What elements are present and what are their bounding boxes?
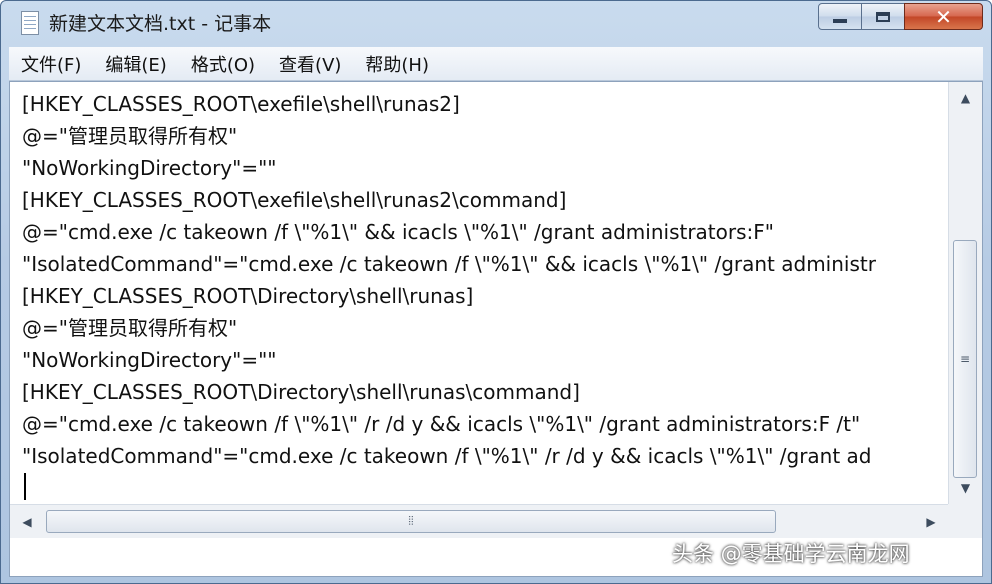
horizontal-scrollbar[interactable]: ◀ ⦙⦙ ▶ bbox=[10, 504, 948, 538]
vertical-scroll-thumb[interactable]: ≡ bbox=[953, 240, 977, 478]
watermark: 头条 @零基础学云南龙网 bbox=[672, 542, 910, 566]
minimize-icon bbox=[833, 18, 847, 23]
scroll-down-icon[interactable]: ▼ bbox=[949, 472, 982, 504]
text-line: @="管理员取得所有权" bbox=[22, 316, 238, 340]
text-line: "NoWorkingDirectory"="" bbox=[22, 348, 277, 372]
text-line: @="cmd.exe /c takeown /f \"%1\" && icacl… bbox=[22, 220, 774, 244]
maximize-button[interactable] bbox=[861, 3, 905, 30]
menu-format[interactable]: 格式(O) bbox=[179, 51, 267, 77]
scroll-left-icon[interactable]: ◀ bbox=[10, 505, 44, 538]
text-line: [HKEY_CLASSES_ROOT\Directory\shell\runas… bbox=[22, 380, 580, 404]
scroll-right-icon[interactable]: ▶ bbox=[914, 505, 948, 538]
minimize-button[interactable] bbox=[818, 3, 862, 30]
text-line: @="管理员取得所有权" bbox=[22, 124, 238, 148]
text-line: @="cmd.exe /c takeown /f \"%1\" /r /d y … bbox=[22, 412, 861, 436]
menu-file[interactable]: 文件(F) bbox=[9, 51, 93, 77]
scrollbar-corner bbox=[948, 504, 982, 538]
notepad-window: 新建文本文档.txt - 记事本 ✕ 文件(F) 编辑(E) 格式(O) 查看(… bbox=[0, 0, 992, 584]
text-line: [HKEY_CLASSES_ROOT\Directory\shell\runas… bbox=[22, 284, 474, 308]
close-button[interactable]: ✕ bbox=[904, 3, 983, 30]
menu-help[interactable]: 帮助(H) bbox=[353, 51, 441, 77]
menu-bar: 文件(F) 编辑(E) 格式(O) 查看(V) 帮助(H) bbox=[9, 47, 983, 81]
text-content[interactable]: [HKEY_CLASSES_ROOT\exefile\shell\runas2]… bbox=[22, 88, 950, 498]
vertical-scrollbar[interactable]: ▲ ≡ ▼ bbox=[948, 82, 982, 504]
text-line: "NoWorkingDirectory"="" bbox=[22, 156, 277, 180]
text-caret bbox=[24, 473, 26, 500]
menu-view[interactable]: 查看(V) bbox=[267, 51, 353, 77]
text-line: "IsolatedCommand"="cmd.exe /c takeown /f… bbox=[22, 252, 876, 276]
horizontal-scroll-thumb[interactable]: ⦙⦙ bbox=[46, 510, 776, 533]
text-line: [HKEY_CLASSES_ROOT\exefile\shell\runas2\… bbox=[22, 188, 567, 212]
text-line bbox=[22, 472, 950, 498]
editor-area: [HKEY_CLASSES_ROOT\exefile\shell\runas2]… bbox=[9, 81, 983, 577]
title-bar[interactable]: 新建文本文档.txt - 记事本 ✕ bbox=[1, 1, 991, 47]
text-line: "IsolatedCommand"="cmd.exe /c takeown /f… bbox=[22, 444, 872, 468]
scroll-up-icon[interactable]: ▲ bbox=[949, 82, 982, 114]
notepad-icon bbox=[21, 11, 39, 35]
maximize-icon bbox=[876, 11, 890, 22]
window-title: 新建文本文档.txt - 记事本 bbox=[49, 13, 272, 35]
close-icon: ✕ bbox=[935, 4, 952, 29]
menu-edit[interactable]: 编辑(E) bbox=[93, 51, 178, 77]
text-line: [HKEY_CLASSES_ROOT\exefile\shell\runas2] bbox=[22, 92, 460, 116]
